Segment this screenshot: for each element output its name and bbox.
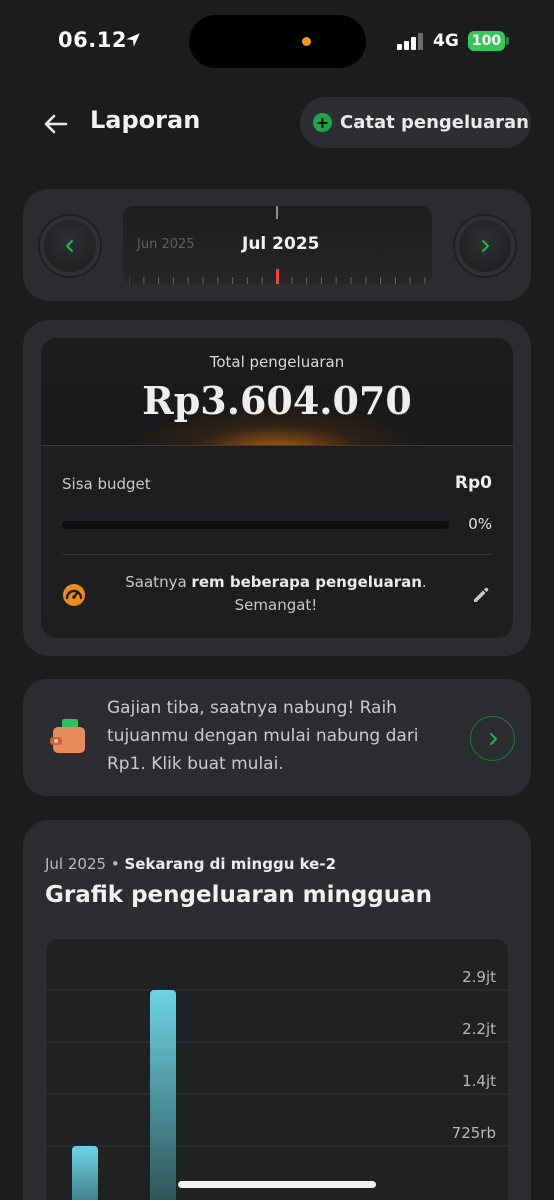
month-selector: Jun 2025 Jul 2025	[23, 189, 531, 301]
spending-message-pre: Saatnya	[125, 573, 192, 591]
home-indicator	[178, 1181, 376, 1188]
current-month-label: Jul 2025	[242, 234, 320, 254]
chart-tick-label: 2.9jt	[462, 968, 496, 986]
previous-month-label[interactable]: Jun 2025	[137, 237, 195, 252]
savings-promo-text: Gajian tiba, saatnya nabung! Raih tujuan…	[107, 698, 419, 774]
chart-separator: •	[106, 855, 125, 873]
dial-current-marker	[276, 269, 279, 284]
previous-month-button[interactable]	[40, 216, 100, 276]
total-expense-header: Total pengeluaran Rp3.604.070	[41, 338, 513, 446]
chevron-right-icon	[489, 732, 497, 745]
recording-dot-icon	[302, 37, 311, 46]
budget-progress-bar	[62, 521, 449, 529]
battery-icon: 100	[468, 31, 505, 51]
status-bar: 06.12 4G 100	[0, 0, 554, 84]
chart-bar[interactable]	[150, 990, 176, 1200]
add-expense-button[interactable]: + Catat pengeluaran	[300, 97, 531, 148]
battery-tip	[506, 37, 509, 45]
weekly-chart-card: Jul 2025 • Sekarang di minggu ke-2 Grafi…	[23, 820, 531, 1200]
chart-week-note: Sekarang di minggu ke-2	[124, 855, 337, 873]
chevron-right-icon	[482, 240, 489, 252]
budget-progress-percent: 0%	[468, 515, 492, 533]
month-dial[interactable]: Jun 2025 Jul 2025	[123, 206, 432, 284]
savings-promo-card[interactable]: Gajian tiba, saatnya nabung! Raih tujuan…	[23, 679, 531, 796]
chart-canvas: 725rb 1.4jt 2.2jt 2.9jt	[46, 968, 508, 1200]
chart-tick-label: 1.4jt	[462, 1072, 496, 1090]
network-type: 4G	[433, 31, 459, 51]
add-expense-label: Catat pengeluaran	[340, 112, 529, 133]
spending-message-bold: rem beberapa pengeluaran	[191, 573, 422, 591]
plus-circle-icon: +	[313, 113, 332, 132]
spending-message: Saatnya rem beberapa pengeluaran. Semang…	[106, 571, 446, 617]
status-time: 06.12	[58, 28, 127, 52]
total-expense-label: Total pengeluaran	[209, 353, 345, 371]
speedometer-icon	[63, 584, 85, 606]
divider	[62, 554, 492, 555]
chart-tick-label: 2.2jt	[462, 1020, 496, 1038]
dial-top-tick	[276, 206, 278, 219]
savings-promo-button[interactable]	[470, 716, 515, 761]
total-expense-value: Rp3.604.070	[142, 378, 412, 423]
chart-title: Grafik pengeluaran mingguan	[45, 882, 433, 908]
remaining-budget-label: Sisa budget	[62, 475, 151, 493]
location-arrow-icon	[126, 33, 140, 47]
wallet-money-icon	[50, 719, 85, 753]
chevron-left-icon	[66, 240, 73, 252]
chart-tick-label: 725rb	[452, 1124, 496, 1142]
total-expense-card: Total pengeluaran Rp3.604.070 Sisa budge…	[23, 320, 531, 656]
page-title: Laporan	[90, 106, 201, 134]
weekly-bar-chart: 725rb 1.4jt 2.2jt 2.9jt	[45, 938, 509, 1200]
total-expense-panel: Total pengeluaran Rp3.604.070 Sisa budge…	[41, 338, 513, 638]
remaining-budget-value: Rp0	[454, 473, 492, 493]
back-arrow-icon[interactable]	[40, 108, 72, 140]
pencil-edit-icon[interactable]	[471, 585, 491, 605]
chart-bar[interactable]	[72, 1146, 98, 1200]
signal-icon	[397, 33, 423, 50]
chart-period: Jul 2025	[45, 855, 107, 873]
next-month-button[interactable]	[455, 216, 515, 276]
chart-subtitle: Jul 2025 • Sekarang di minggu ke-2	[45, 855, 336, 873]
dynamic-island	[189, 15, 366, 68]
